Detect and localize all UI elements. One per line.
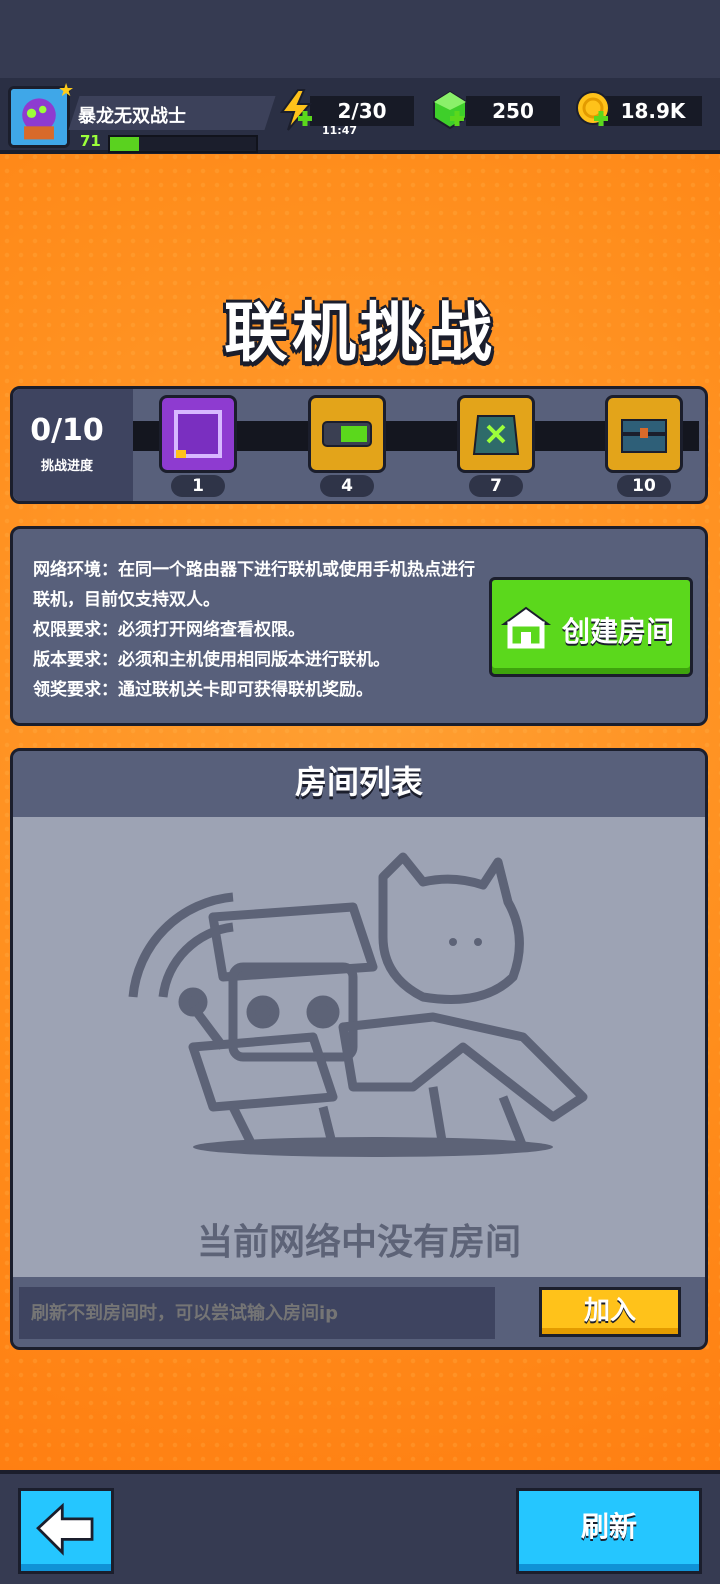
treasure-chest-icon xyxy=(621,419,667,453)
energy-counter: 2/30 xyxy=(310,96,414,126)
create-room-label: 创建房间 xyxy=(562,615,675,648)
rule-line: 网络环境：在同一个路由器下进行联机或使用手机热点进行联机，目前仅支持双人。 xyxy=(33,560,475,610)
back-button[interactable] xyxy=(18,1488,114,1574)
purple-frame-icon xyxy=(174,410,222,458)
energy-timer: 11:47 xyxy=(322,124,358,137)
star-icon: ★ xyxy=(58,80,75,101)
reward-slot[interactable] xyxy=(308,395,386,473)
back-arrow-icon xyxy=(36,1502,94,1556)
room-list-title: 房间列表 xyxy=(294,763,423,801)
info-panel: 网络环境：在同一个路由器下进行联机或使用手机热点进行联机，目前仅支持双人。 权限… xyxy=(10,526,708,726)
status-bar xyxy=(0,0,720,78)
room-ip-input[interactable] xyxy=(19,1287,495,1339)
reward-slot[interactable] xyxy=(457,395,535,473)
progress-label: 挑战进度 xyxy=(40,459,93,474)
xp-bar xyxy=(108,135,258,153)
armor-vest-icon xyxy=(472,415,520,455)
lightning-icon[interactable] xyxy=(276,88,316,132)
empty-room-message: 当前网络中没有房间 xyxy=(196,1222,521,1263)
progress-summary: 0/10 挑战进度 xyxy=(13,389,133,501)
coin-counter: 18.9K xyxy=(604,96,702,126)
gem-value: 250 xyxy=(492,99,534,123)
rule-line: 领奖要求：通过联机关卡即可获得联机奖励。 xyxy=(33,680,373,700)
progress-count: 0/10 xyxy=(30,413,104,448)
green-gem-icon[interactable] xyxy=(430,88,470,132)
milestone-count: 1 xyxy=(171,475,225,497)
room-list-panel: 房间列表 当前网络中没有房间 加入 xyxy=(10,748,708,1350)
room-list-footer: 加入 xyxy=(13,1277,705,1347)
page-title: 联机挑战 xyxy=(224,297,496,371)
player-level: 71 xyxy=(80,132,101,150)
xp-fill xyxy=(110,137,140,151)
gold-coin-icon[interactable] xyxy=(574,88,614,132)
refresh-button[interactable]: 刷新 xyxy=(516,1488,702,1574)
player-name: 暴龙无双战士 xyxy=(78,106,186,127)
room-list-header: 房间列表 xyxy=(13,751,705,817)
challenge-progress-panel: 0/10 挑战进度 1 4 7 10 xyxy=(10,386,708,504)
create-room-button[interactable]: 创建房间 xyxy=(489,577,693,677)
gem-counter: 250 xyxy=(466,96,560,126)
rule-line: 版本要求：必须和主机使用相同版本进行联机。 xyxy=(33,650,390,670)
robot-cat-illustration xyxy=(128,852,588,1157)
house-icon xyxy=(500,606,552,649)
milestone-count: 7 xyxy=(469,475,523,497)
reward-slot[interactable] xyxy=(605,395,683,473)
reward-slot[interactable] xyxy=(159,395,237,473)
milestone-count: 10 xyxy=(617,475,671,497)
milestone-count: 4 xyxy=(320,475,374,497)
rules-text: 网络环境：在同一个路由器下进行联机或使用手机热点进行联机，目前仅支持双人。 权限… xyxy=(33,555,483,705)
energy-value: 2/30 xyxy=(337,99,387,123)
rule-line: 权限要求：必须打开网络查看权限。 xyxy=(33,620,305,640)
join-button[interactable]: 加入 xyxy=(539,1287,681,1337)
room-list-body: 当前网络中没有房间 xyxy=(13,817,705,1277)
goggles-icon xyxy=(322,421,372,447)
coin-value: 18.9K xyxy=(620,99,686,123)
